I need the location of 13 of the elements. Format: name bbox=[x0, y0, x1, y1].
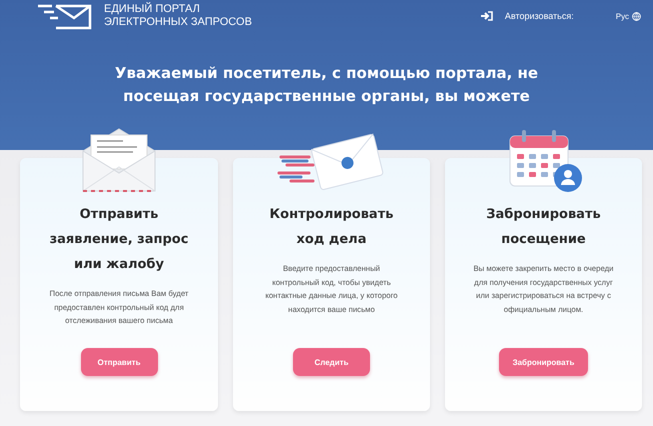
action-button[interactable]: Следить bbox=[293, 348, 370, 376]
card-title: Контролировать ход дела bbox=[268, 206, 394, 249]
action-button[interactable]: Отправить bbox=[80, 348, 158, 376]
login-link[interactable]: Авторизоваться: bbox=[480, 11, 574, 21]
card-title: Забронировать посещение bbox=[485, 206, 602, 249]
hero-title: Уважаемый посетитель, с помощью портала, не посещая государственные органы, вы можете bbox=[114, 63, 540, 107]
sign-in-icon bbox=[480, 11, 493, 21]
action-button[interactable]: Забронировать bbox=[498, 348, 588, 376]
language-selector[interactable]: Рус bbox=[616, 12, 641, 20]
envelope-logo-icon bbox=[36, 2, 92, 30]
card-title: Отправить заявление, запрос или жалобу bbox=[48, 206, 190, 274]
globe-icon bbox=[632, 12, 641, 20]
portal-name: ЕДИНЫЙ ПОРТАЛ ЭЛЕКТРОННЫХ ЗАПРОСОВ bbox=[104, 3, 252, 29]
